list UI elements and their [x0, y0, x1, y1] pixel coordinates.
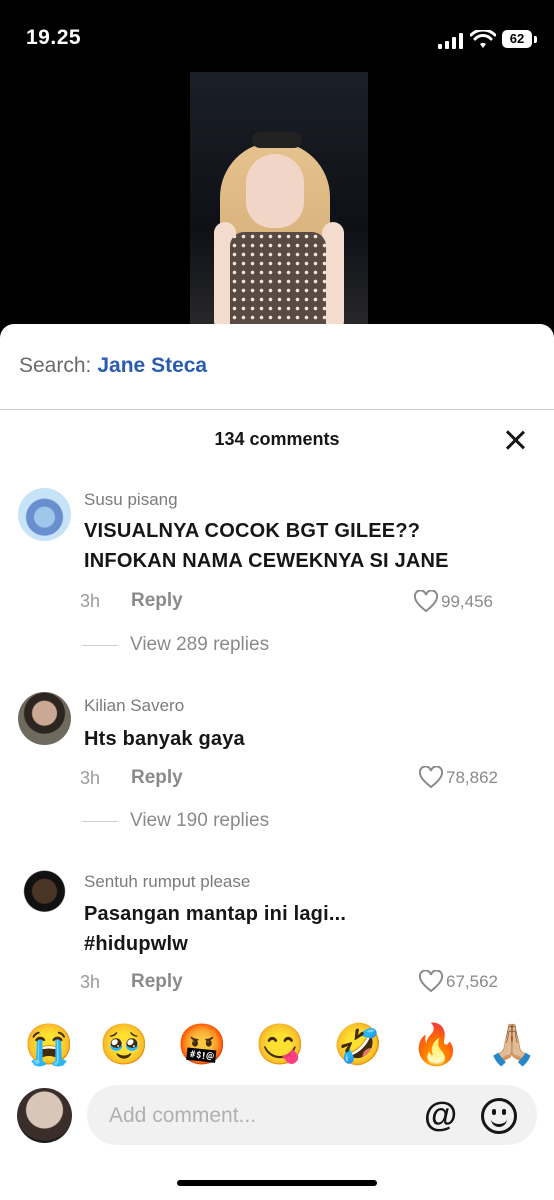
avatar[interactable]	[18, 488, 71, 541]
comment-text-line: INFOKAN NAMA CEWEKNYA SI JANE	[84, 550, 449, 572]
emoji-holding-back-tears[interactable]: 🥹	[99, 1020, 149, 1070]
comment-input[interactable]	[107, 1085, 411, 1147]
emoji-cursing[interactable]: 🤬	[177, 1020, 227, 1070]
heart-icon[interactable]	[413, 590, 439, 614]
home-indicator	[177, 1180, 377, 1186]
emoji-fire[interactable]: 🔥	[411, 1020, 461, 1070]
like-count: 67,562	[446, 972, 498, 991]
comment-text: Pasangan mantap ini lagi... #hidupwlw	[84, 899, 346, 959]
person-dress	[230, 232, 326, 334]
comment-text: VISUALNYA COCOK BGT GILEE?? INFOKAN NAMA…	[84, 516, 449, 576]
status-bar: 19.25 62	[0, 0, 554, 70]
comment-text-line: VISUALNYA COCOK BGT GILEE??	[84, 520, 421, 542]
emoji-picker-icon[interactable]	[481, 1098, 517, 1134]
like-count: 78,862	[446, 768, 498, 787]
comment-input-container[interactable]: @	[87, 1085, 537, 1147]
comment-time: 3h	[80, 768, 101, 788]
mouth	[491, 1116, 507, 1127]
comment-text-line: #hidupwlw	[84, 933, 189, 955]
avatar[interactable]	[17, 1088, 72, 1143]
view-replies-link[interactable]: View 289 replies	[130, 634, 269, 656]
avatar[interactable]	[18, 870, 71, 923]
comment-text-line: Pasangan mantap ini lagi...	[84, 903, 347, 925]
reply-button[interactable]: Reply	[131, 971, 183, 993]
emoji-loudly-crying[interactable]: 😭	[24, 1020, 74, 1070]
eye	[492, 1109, 496, 1115]
reply-button[interactable]: Reply	[131, 767, 183, 789]
close-icon[interactable]	[500, 426, 530, 456]
search-suggestion[interactable]: Search: Jane Steca	[19, 354, 207, 378]
comment-username[interactable]: Susu pisang	[84, 490, 178, 510]
view-replies-link[interactable]: View 190 replies	[130, 810, 269, 832]
emoji-folded-hands[interactable]: 🙏🏼	[487, 1020, 537, 1070]
status-time: 19.25	[26, 26, 82, 49]
search-label: Search:	[19, 354, 92, 377]
battery-indicator: 62	[502, 30, 532, 48]
reply-button[interactable]: Reply	[131, 590, 183, 612]
wifi-icon	[470, 30, 496, 48]
quick-emoji-bar: 😭 🥹 🤬 😋 🤣 🔥 🙏🏼	[0, 1020, 554, 1074]
eye	[502, 1109, 506, 1115]
divider	[0, 409, 554, 410]
emoji-yum[interactable]: 😋	[255, 1020, 305, 1070]
comment-composer: @	[0, 1082, 554, 1200]
sunglasses	[252, 132, 302, 148]
comment-text: Hts banyak gaya	[84, 724, 245, 754]
comments-count: 134 comments	[214, 429, 340, 449]
mention-icon[interactable]: @	[424, 1095, 457, 1135]
cellular-signal-icon	[438, 33, 463, 49]
like-count: 99,456	[441, 592, 493, 611]
comment-username[interactable]: Sentuh rumput please	[84, 872, 250, 892]
search-query[interactable]: Jane Steca	[97, 354, 207, 377]
comment-time: 3h	[80, 972, 101, 992]
heart-icon[interactable]	[418, 766, 444, 790]
comment-time: 3h	[80, 591, 101, 611]
comment-username[interactable]: Kilian Savero	[84, 696, 184, 716]
replies-divider	[82, 645, 118, 646]
emoji-rofl[interactable]: 🤣	[333, 1020, 383, 1070]
person-face	[246, 154, 304, 228]
video-preview[interactable]	[190, 72, 368, 334]
heart-icon[interactable]	[418, 970, 444, 994]
comment-text-line: Hts banyak gaya	[84, 728, 245, 750]
avatar[interactable]	[18, 692, 71, 745]
replies-divider	[82, 821, 118, 822]
battery-nub	[534, 36, 537, 43]
